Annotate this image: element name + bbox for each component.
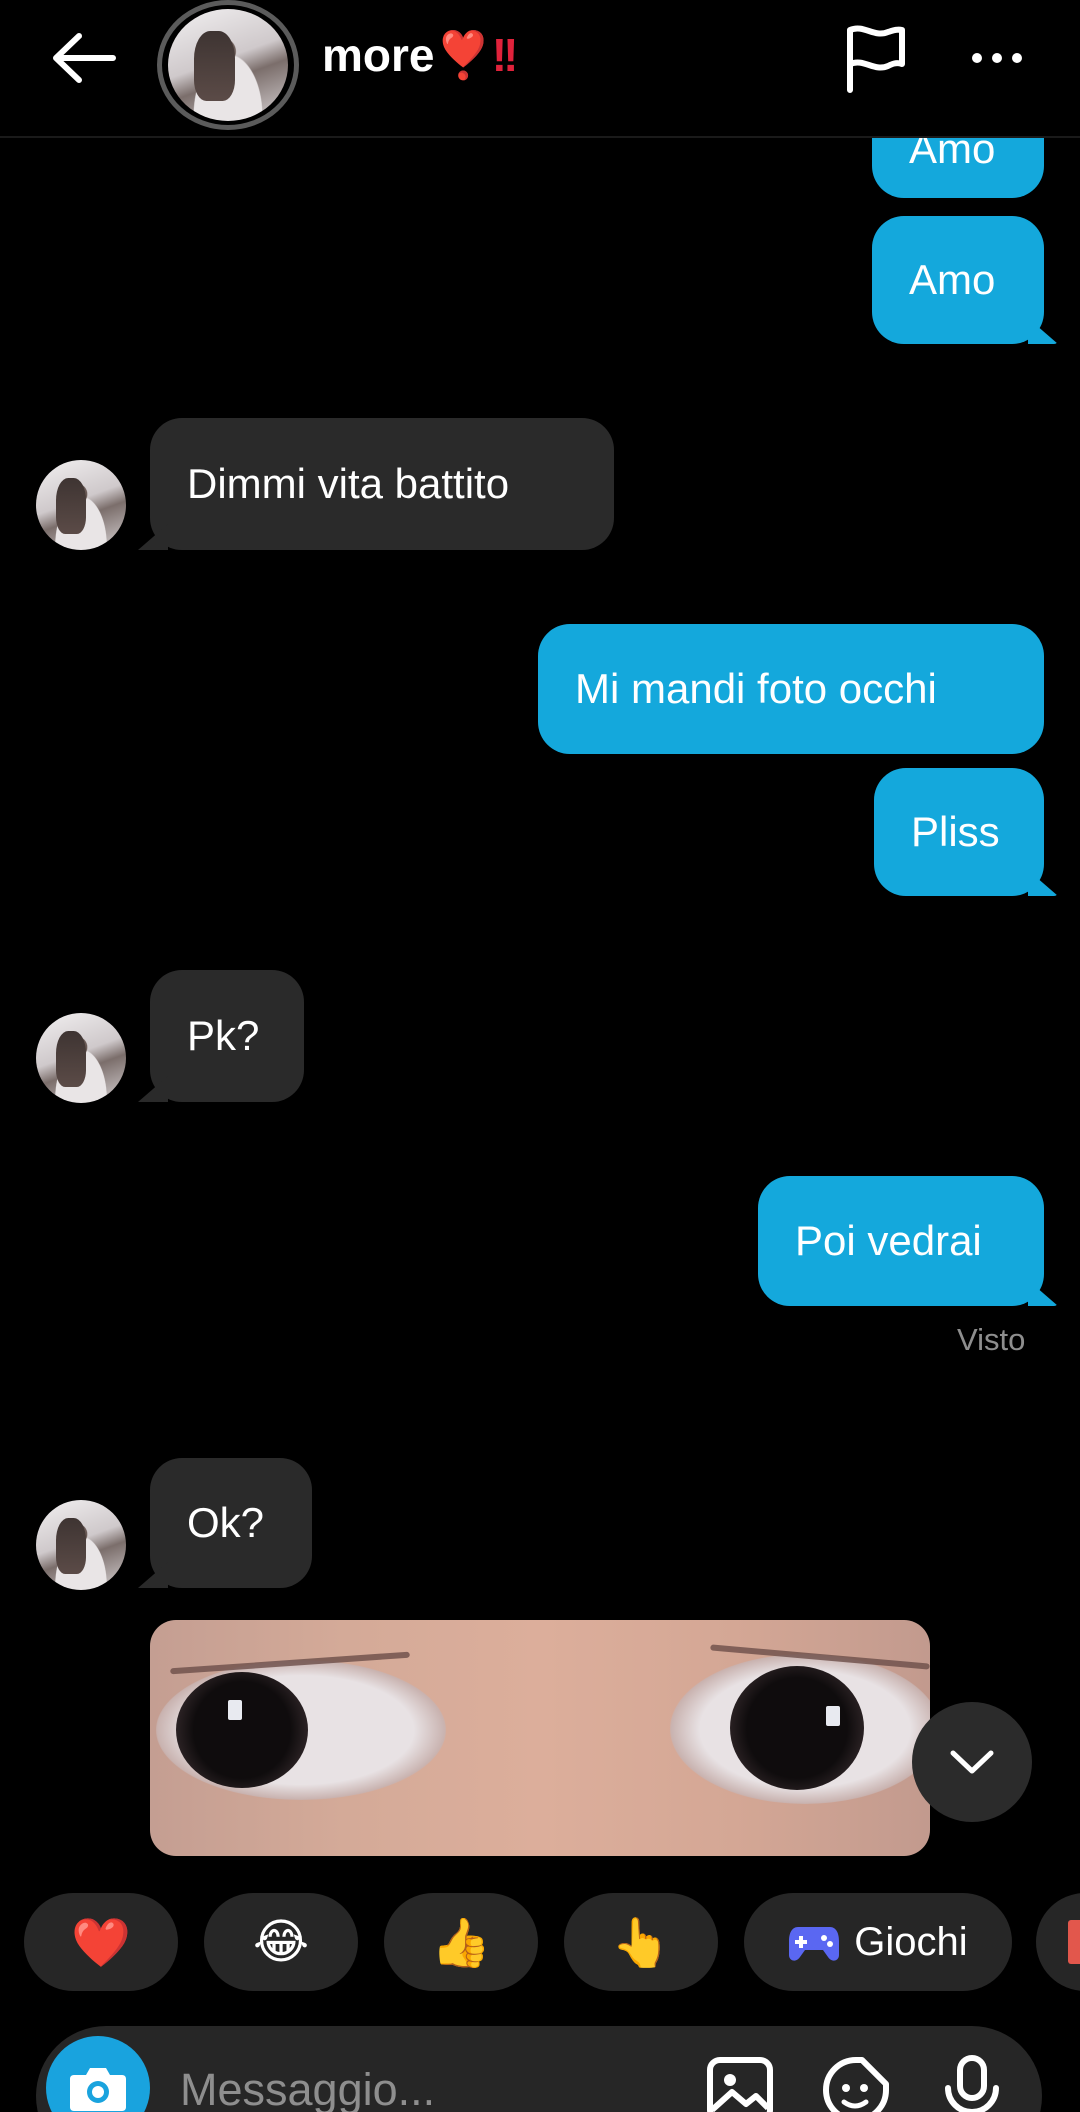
- games-label: Giochi: [854, 1919, 968, 1964]
- more-stickers-button[interactable]: [1036, 1893, 1080, 1991]
- photo-message[interactable]: [150, 1620, 930, 1856]
- arrow-left-icon: [53, 33, 116, 83]
- glint-right: [826, 1706, 840, 1726]
- scroll-to-bottom-button[interactable]: [912, 1702, 1032, 1822]
- sticker-icon: [1068, 1920, 1080, 1964]
- message-bubble-sent[interactable]: Mi mandi foto occhi: [538, 624, 1044, 754]
- message-text: Dimmi vita battito: [187, 460, 510, 507]
- more-dots-icon: [972, 53, 982, 63]
- message-bubble-sent[interactable]: Amo: [872, 216, 1044, 344]
- pointing-hand-icon: 👆: [611, 1914, 671, 1971]
- avatar-image: [168, 9, 288, 121]
- microphone-icon: [945, 2055, 999, 2112]
- profile-avatar[interactable]: [157, 0, 299, 130]
- camera-icon: [70, 2068, 126, 2111]
- sender-avatar[interactable]: [36, 460, 126, 550]
- more-dot: [992, 53, 1002, 63]
- message-text: Ok?: [187, 1499, 265, 1546]
- sender-avatar[interactable]: [36, 1500, 126, 1590]
- laughing-emoji-icon: 😂: [252, 1914, 310, 1970]
- sticker-button[interactable]: [820, 2054, 892, 2112]
- back-button[interactable]: [44, 26, 124, 90]
- more-dot: [1012, 53, 1022, 63]
- message-bubble-received[interactable]: Dimmi vita battito: [150, 418, 614, 550]
- message-input[interactable]: [180, 2060, 660, 2112]
- chat-header: more❣️!!: [0, 0, 1080, 138]
- gallery-image-icon: [707, 2057, 773, 2112]
- report-button[interactable]: [842, 24, 912, 94]
- iris-right: [730, 1666, 864, 1790]
- gamepad-icon: [789, 1927, 840, 1961]
- quick-reaction-thumbs-up[interactable]: 👍: [384, 1893, 538, 1991]
- quick-reaction-laugh[interactable]: 😂: [204, 1893, 358, 1991]
- contact-name: more: [322, 29, 435, 81]
- message-text: Pliss: [911, 808, 1000, 855]
- glint-left: [228, 1700, 242, 1720]
- heart-icon: ❤️: [71, 1914, 131, 1971]
- message-text: Amo: [909, 256, 996, 303]
- chat-title[interactable]: more❣️!!: [322, 28, 519, 83]
- message-text: Poi vedrai: [795, 1217, 982, 1264]
- thumbs-up-icon: 👍: [431, 1914, 491, 1971]
- message-text: Pk?: [187, 1012, 260, 1059]
- chat-screen: more❣️!! Amo Amo Dimmi vita battito Mi m…: [0, 0, 1080, 2112]
- flag-icon: [847, 25, 905, 93]
- voice-message-button[interactable]: [936, 2054, 1008, 2112]
- iris-left: [176, 1672, 308, 1788]
- double-exclamation-emoji: !!: [491, 29, 519, 81]
- chevron-down-icon: [950, 1750, 994, 1774]
- message-composer: [36, 2026, 1042, 2112]
- camera-button[interactable]: [46, 2036, 150, 2112]
- quick-reaction-heart[interactable]: ❤️: [24, 1893, 178, 1991]
- quick-reaction-point-up[interactable]: 👆: [564, 1893, 718, 1991]
- sender-avatar[interactable]: [36, 1013, 126, 1103]
- seen-status: Visto: [957, 1322, 1026, 1357]
- heart-exclamation-emoji: ❣️: [434, 29, 492, 81]
- message-bubble-received[interactable]: Ok?: [150, 1458, 312, 1588]
- message-bubble-received[interactable]: Pk?: [150, 970, 304, 1102]
- gallery-button[interactable]: [704, 2054, 776, 2112]
- message-bubble-sent[interactable]: Pliss: [874, 768, 1044, 896]
- sticker-face-icon: [823, 2057, 889, 2112]
- message-bubble-sent[interactable]: Poi vedrai: [758, 1176, 1044, 1306]
- more-options-button[interactable]: [962, 30, 1032, 86]
- message-text: Mi mandi foto occhi: [575, 665, 937, 712]
- games-button[interactable]: Giochi: [744, 1893, 1012, 1991]
